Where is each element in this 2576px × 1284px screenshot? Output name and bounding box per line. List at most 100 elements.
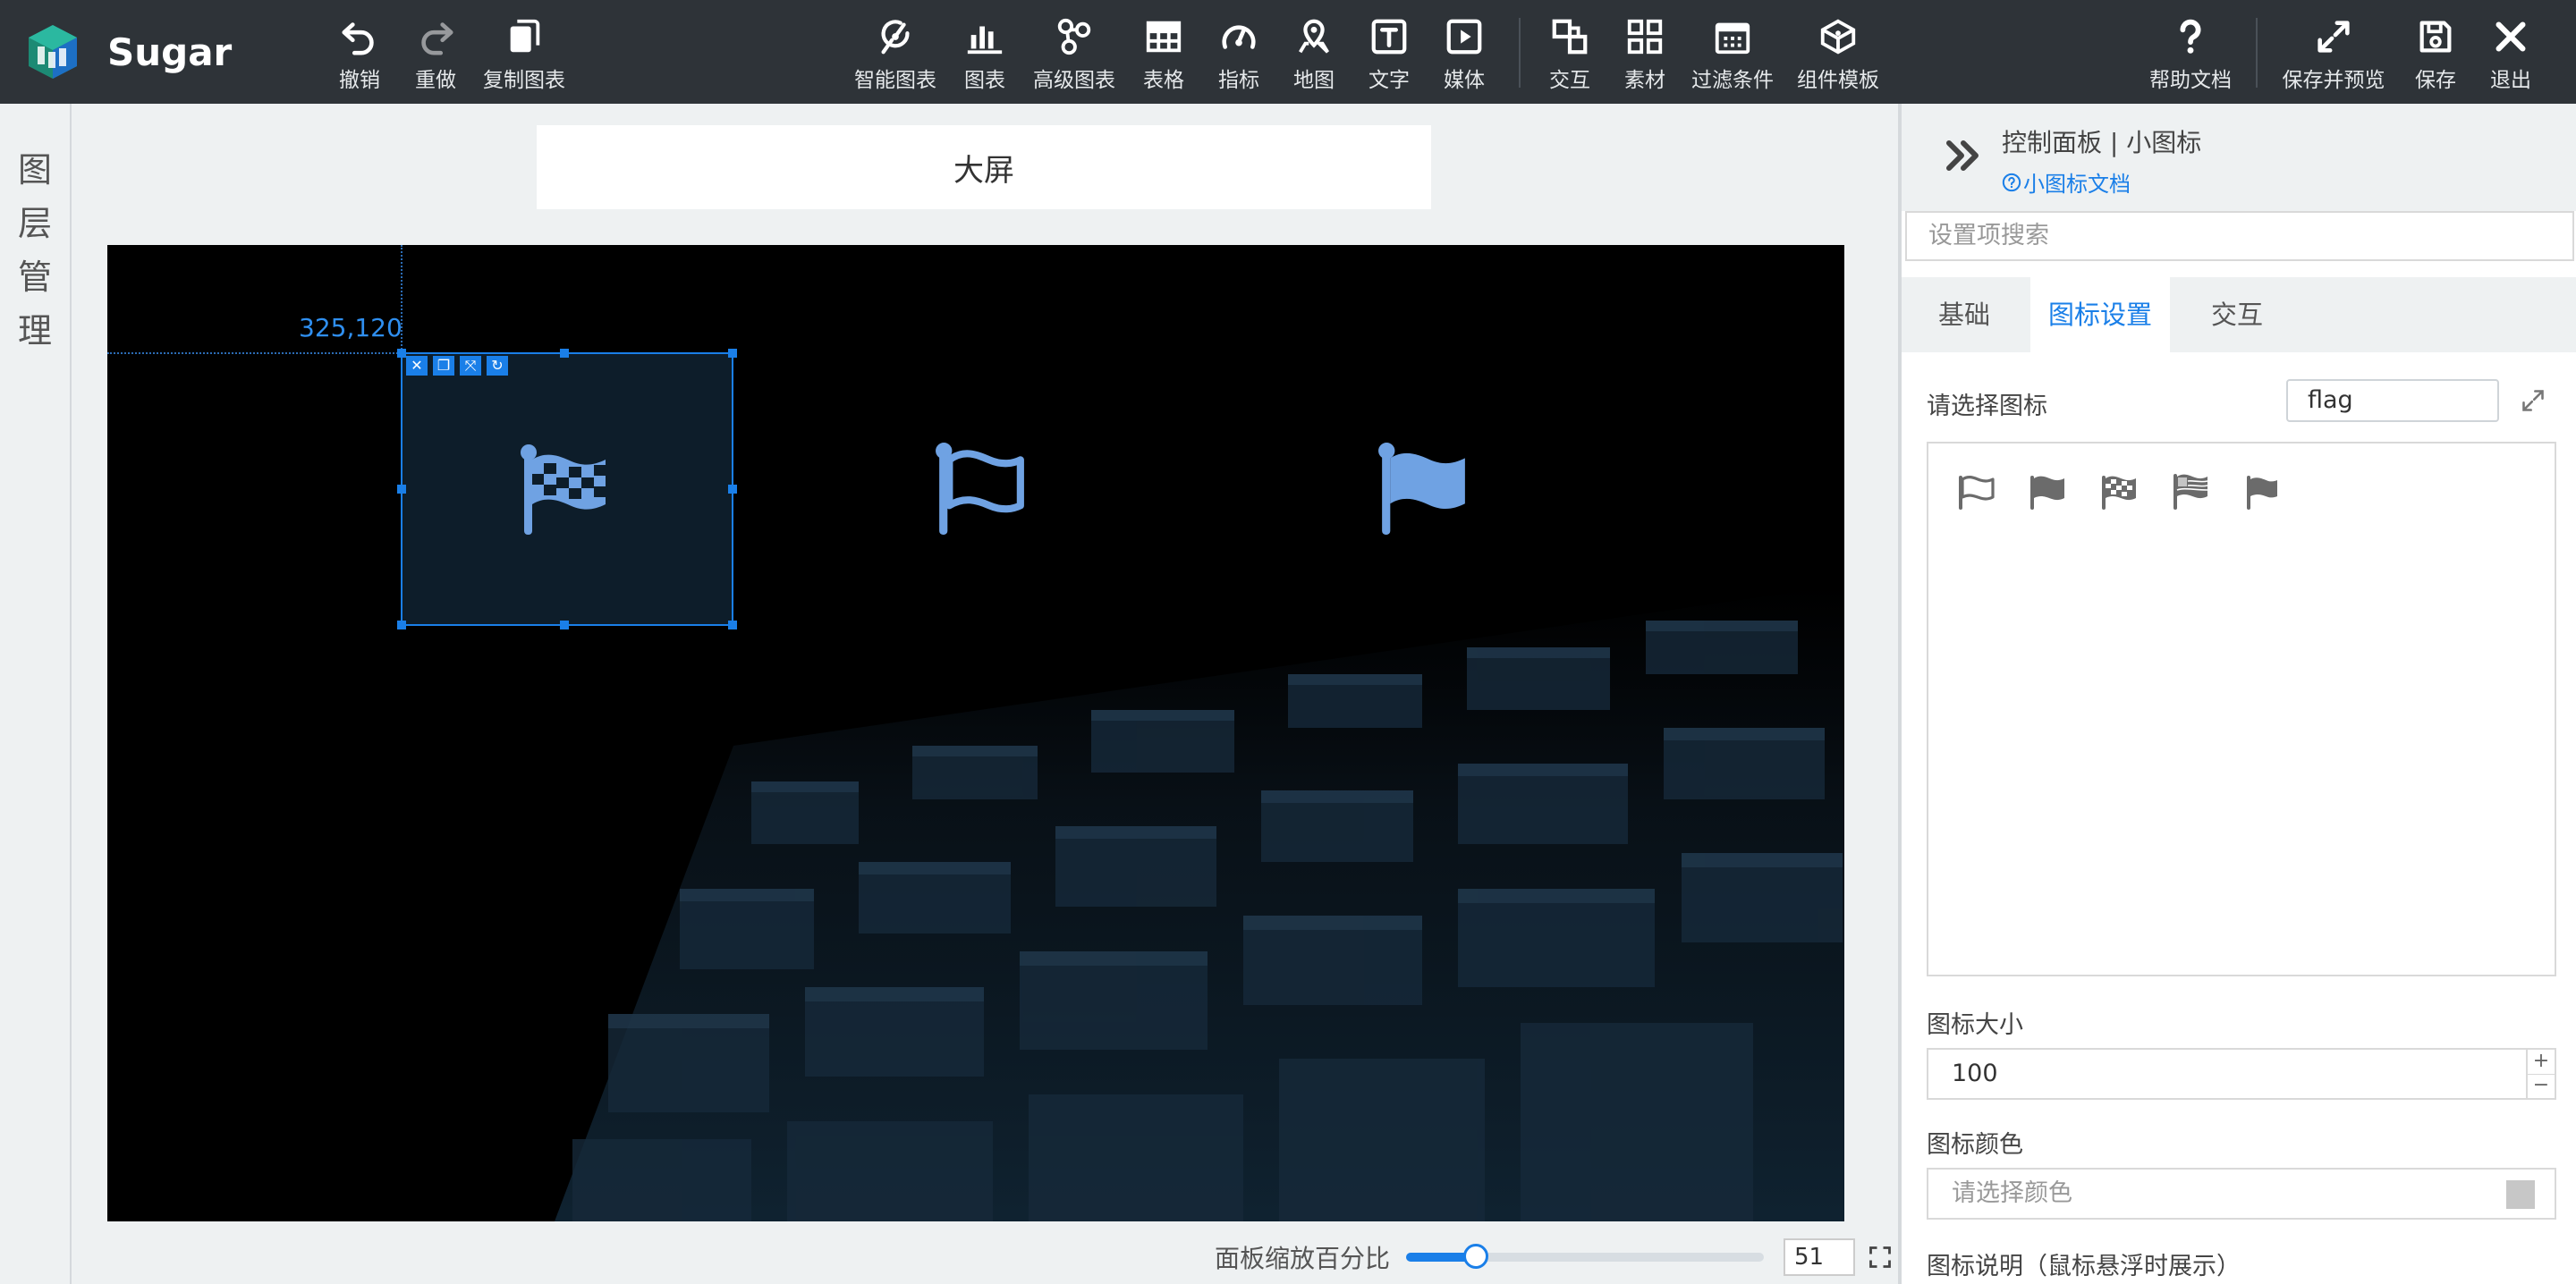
resize-handle[interactable] — [397, 349, 406, 358]
brand: Sugar — [25, 21, 232, 82]
font-awesome-flag-icon[interactable] — [2240, 470, 2283, 513]
top-toolbar: Sugar 撤销 重做 复制图表 智能图表 图表 高级图表 表格 指标 地图 文… — [0, 0, 2576, 104]
flag-solid-icon[interactable] — [2025, 470, 2068, 513]
fullscreen-widget-icon[interactable]: ⤧ — [460, 356, 481, 376]
indicator-button[interactable]: 指标 — [1217, 16, 1260, 93]
resize-handle[interactable] — [728, 621, 737, 629]
zoom-value-input[interactable]: 51 — [1784, 1238, 1856, 1276]
layer-manager-char: 管 — [17, 258, 52, 297]
screen-title: 大屏 — [953, 152, 1014, 189]
chart-label: 图表 — [964, 69, 1005, 92]
toolbar-divider — [2256, 18, 2258, 88]
icon-size-label: 图标大小 — [1927, 1011, 2023, 1039]
resize-handle[interactable] — [728, 349, 737, 358]
icon-size-input[interactable]: 100 + − — [1927, 1048, 2556, 1100]
tab-icon-settings[interactable]: 图标设置 — [2030, 277, 2170, 352]
fullscreen-icon[interactable] — [1868, 1245, 1893, 1270]
smart-chart-icon — [881, 20, 910, 55]
interaction-button[interactable]: 交互 — [1548, 16, 1591, 93]
zoom-control: 面板缩放百分比 51 — [1215, 1238, 1893, 1277]
control-panel-header: 控制面板 | 小图标 小图标文档 — [1902, 104, 2576, 211]
delete-widget-icon[interactable]: ✕ — [406, 356, 428, 376]
refresh-widget-icon[interactable]: ↻ — [487, 356, 508, 376]
exit-button[interactable]: 退出 — [2489, 16, 2532, 93]
grid-icon — [1627, 19, 1663, 55]
layer-manager-char: 图 — [17, 150, 52, 190]
resize-handle[interactable] — [560, 621, 569, 629]
redo-icon — [421, 22, 453, 55]
settings-tabs: 基础 图标设置 交互 — [1902, 277, 2576, 352]
flag-checkered-icon — [521, 444, 606, 535]
icon-settings-form: 请选择图标 flag 图标大小 100 + − 图标颜色 请选择颜色 图标说明（… — [1902, 352, 2576, 1284]
gauge-icon — [1222, 25, 1256, 49]
map-button[interactable]: 地图 — [1292, 16, 1335, 93]
screen-title-input[interactable]: 大屏 — [537, 125, 1431, 209]
flag-outline-icon[interactable] — [1953, 470, 1996, 513]
filter-button[interactable]: 过滤条件 — [1690, 16, 1775, 93]
save-label: 保存 — [2415, 69, 2456, 92]
resize-handle[interactable] — [560, 349, 569, 358]
media-label: 媒体 — [1444, 69, 1485, 92]
media-button[interactable]: 媒体 — [1443, 16, 1486, 93]
layer-manager-label[interactable]: 图 层 管 理 — [13, 143, 57, 358]
position-guide-horizontal — [107, 352, 401, 354]
smart-chart-label: 智能图表 — [854, 69, 936, 92]
copy-chart-button[interactable]: 复制图表 — [481, 16, 567, 93]
assets-label: 素材 — [1624, 69, 1665, 92]
undo-button[interactable]: 撤销 — [338, 16, 381, 93]
help-doc-button[interactable]: 帮助文档 — [2148, 16, 2233, 93]
resize-handle[interactable] — [397, 621, 406, 629]
indicator-label: 指标 — [1218, 69, 1259, 92]
flag-usa-icon[interactable] — [2168, 470, 2211, 513]
tab-interaction[interactable]: 交互 — [2170, 277, 2304, 352]
icon-doc-link-label: 小图标文档 — [2023, 172, 2131, 197]
copy-widget-icon[interactable]: ❐ — [433, 356, 454, 376]
app-name: Sugar — [107, 30, 233, 74]
icon-color-input[interactable]: 请选择颜色 — [1927, 1168, 2556, 1220]
copy-chart-label: 复制图表 — [483, 69, 565, 92]
zoom-label: 面板缩放百分比 — [1215, 1244, 1391, 1273]
chart-button[interactable]: 图表 — [963, 16, 1006, 93]
bar-chart-icon — [967, 26, 1003, 55]
increment-button[interactable]: + — [2526, 1050, 2555, 1075]
toolbar-divider — [1519, 18, 1521, 88]
smart-chart-button[interactable]: 智能图表 — [852, 16, 938, 93]
layer-manager-panel[interactable]: 图 层 管 理 — [0, 104, 72, 1284]
resize-handle[interactable] — [728, 485, 737, 494]
undo-icon — [342, 22, 374, 55]
icon-doc-link[interactable]: 小图标文档 — [2002, 166, 2131, 198]
settings-search-input[interactable]: 设置项搜索 — [1905, 211, 2574, 261]
tab-basic[interactable]: 基础 — [1902, 277, 2027, 352]
save-button[interactable]: 保存 — [2414, 16, 2457, 93]
selected-icon-widget[interactable]: ✕ ❐ ⤧ ↻ — [397, 349, 737, 629]
dashboard-canvas[interactable]: 325,120 ✕ ❐ ⤧ ↻ — [107, 245, 1844, 1221]
redo-button[interactable]: 重做 — [414, 16, 457, 93]
save-preview-label: 保存并预览 — [2282, 69, 2385, 92]
widget-toolbar: ✕ ❐ ⤧ ↻ — [406, 356, 508, 376]
layer-manager-char: 理 — [17, 311, 52, 351]
text-button[interactable]: 文字 — [1368, 16, 1411, 93]
text-label: 文字 — [1368, 69, 1410, 92]
resize-handle[interactable] — [397, 485, 406, 494]
zoom-slider-thumb[interactable] — [1462, 1244, 1488, 1269]
table-button[interactable]: 表格 — [1142, 16, 1185, 93]
save-preview-button[interactable]: 保存并预览 — [2280, 16, 2387, 93]
flag-outline-icon — [936, 443, 1024, 535]
collapse-panel-icon[interactable] — [1945, 136, 1980, 175]
decrement-button[interactable]: − — [2526, 1074, 2555, 1098]
control-panel-title: 控制面板 | 小图标 — [2002, 128, 2202, 157]
component-template-label: 组件模板 — [1797, 69, 1879, 92]
expand-icon[interactable] — [2521, 388, 2546, 413]
component-template-button[interactable]: 组件模板 — [1795, 16, 1881, 93]
flag-checkered-icon[interactable] — [2097, 470, 2140, 513]
assets-button[interactable]: 素材 — [1623, 16, 1666, 93]
question-icon — [2180, 19, 2201, 54]
icon-size-value: 100 — [1952, 1060, 1998, 1087]
choose-icon-label: 请选择图标 — [1927, 393, 2047, 420]
color-swatch[interactable] — [2506, 1180, 2535, 1209]
advanced-chart-button[interactable]: 高级图表 — [1031, 16, 1117, 93]
icon-search-input[interactable]: flag — [2286, 379, 2499, 422]
control-panel: 控制面板 | 小图标 小图标文档 设置项搜索 基础 图标设置 交互 请选择图标 … — [1898, 104, 2576, 1284]
media-play-icon — [1446, 19, 1482, 55]
zoom-slider[interactable] — [1406, 1238, 1765, 1277]
